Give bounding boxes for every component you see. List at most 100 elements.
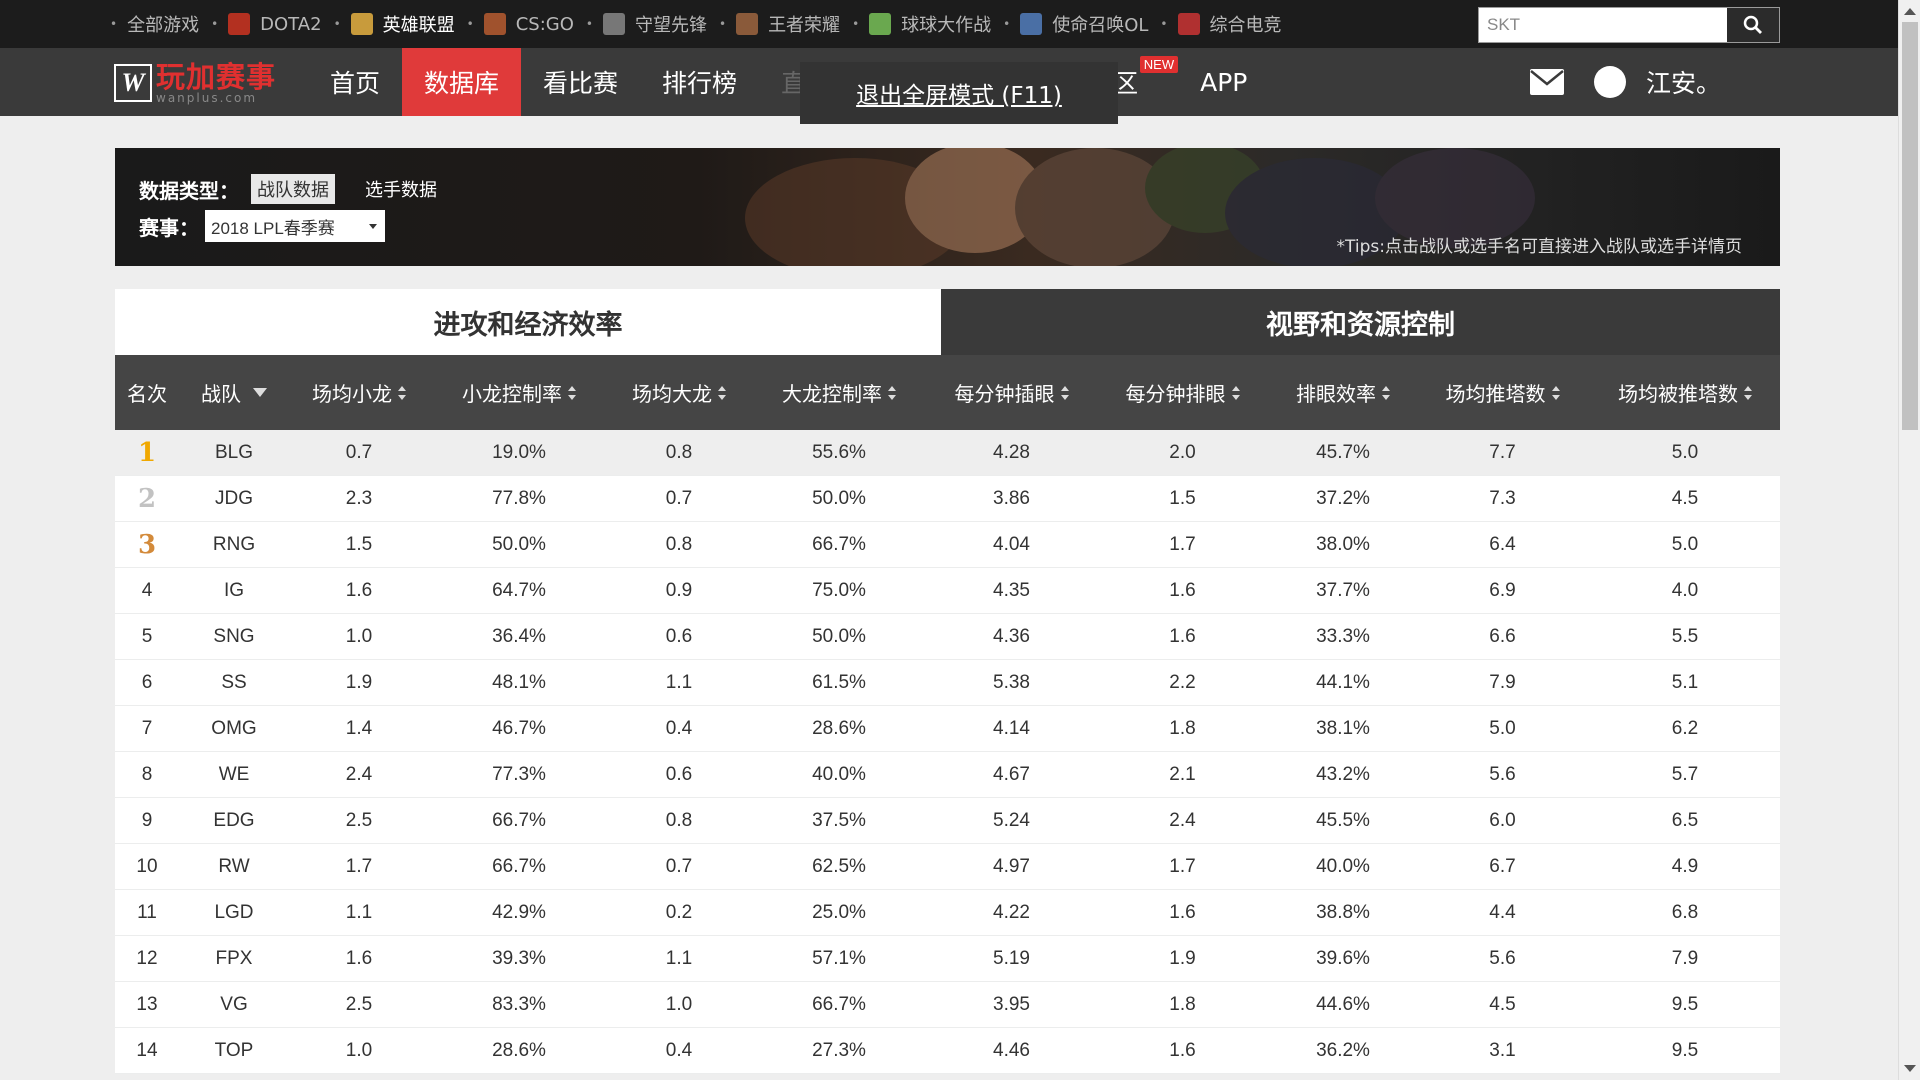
stat-cell: 83.3% xyxy=(492,993,546,1015)
stat-cell: 5.6 xyxy=(1489,947,1516,969)
nav-item-0[interactable]: 首页 xyxy=(308,48,402,116)
stat-cell: 5.19 xyxy=(993,947,1030,969)
stat-cell: 75.0% xyxy=(812,579,866,601)
column-header-8[interactable]: 排眼效率 xyxy=(1271,355,1415,430)
stat-cell: 0.2 xyxy=(665,901,693,923)
stat-cell: 0.9 xyxy=(665,579,693,601)
data-type-player[interactable]: 选手数据 xyxy=(359,174,443,204)
team-name-link[interactable]: IG xyxy=(179,580,289,602)
game-link-7[interactable]: • 使命召唤OL xyxy=(1003,11,1148,37)
team-name-link[interactable]: BLG xyxy=(179,442,289,464)
team-name-link[interactable]: RNG xyxy=(179,534,289,556)
nav-item-8[interactable]: APP xyxy=(1178,48,1269,116)
column-header-7[interactable]: 每分钟排眼 xyxy=(1094,355,1271,430)
sort-icon[interactable] xyxy=(568,385,576,400)
site-logo[interactable]: W 玩加赛事 wanplus.com xyxy=(114,62,276,104)
scroll-down-icon[interactable] xyxy=(1904,1065,1916,1072)
table-header: 名次 战队 场均小龙 小龙控制率 场均大龙 大龙控制率 每分钟插眼 每分钟排眼 排眼效率 场均推塔… xyxy=(115,355,1780,430)
stat-cell: 1.0 xyxy=(665,993,693,1015)
sort-icon[interactable] xyxy=(1744,385,1752,400)
nav-item-2[interactable]: 看比赛 xyxy=(521,48,640,116)
stat-cell: 2.4 xyxy=(345,763,373,785)
stat-cell: 3.1 xyxy=(1489,1039,1516,1061)
team-name-link[interactable]: TOP xyxy=(179,1040,289,1062)
username[interactable]: 江安。 xyxy=(1646,64,1721,100)
game-link-5[interactable]: • 王者荣耀 xyxy=(719,11,840,37)
team-name-link[interactable]: EDG xyxy=(179,810,289,832)
stat-cell: 5.7 xyxy=(1671,763,1699,785)
game-link-1[interactable]: • DOTA2 xyxy=(211,13,322,35)
search-input[interactable] xyxy=(1479,8,1727,42)
mail-icon[interactable] xyxy=(1530,69,1564,95)
table-row: 10 RW 1.7 66.7% 0.7 62.5% 4.97 1.7 40.0% 6.7 4.9 xyxy=(115,844,1780,890)
stat-cell: 0.8 xyxy=(665,441,693,463)
search-button[interactable] xyxy=(1727,8,1779,42)
column-header-10[interactable]: 场均被推塔数 xyxy=(1590,355,1780,430)
page-scrollbar[interactable] xyxy=(1898,0,1920,1080)
sort-icon[interactable] xyxy=(398,385,406,400)
game-link-2[interactable]: • 英雄联盟 xyxy=(334,11,455,37)
sort-icon[interactable] xyxy=(1060,385,1069,400)
rank-cell: 1 xyxy=(137,437,157,468)
stat-cell: 48.1% xyxy=(492,671,546,693)
column-header-2[interactable]: 场均小龙 xyxy=(289,355,429,430)
team-name-link[interactable]: FPX xyxy=(179,948,289,970)
column-header-4[interactable]: 场均大龙 xyxy=(609,355,749,430)
column-header-6[interactable]: 每分钟插眼 xyxy=(929,355,1094,430)
column-header-5[interactable]: 大龙控制率 xyxy=(749,355,929,430)
scroll-up-icon[interactable] xyxy=(1904,8,1916,15)
nav-item-3[interactable]: 排行榜 xyxy=(640,48,759,116)
sort-icon[interactable] xyxy=(1551,385,1560,400)
stat-cell: 45.5% xyxy=(1316,809,1370,831)
sort-icon[interactable] xyxy=(1382,385,1390,400)
nav-links: 首页数据库看比赛排行榜直播视频英雄榜社区NEWAPP xyxy=(308,48,1269,116)
stat-cell: 66.7% xyxy=(812,993,866,1015)
rank-cell: 7 xyxy=(141,717,153,739)
avatar[interactable] xyxy=(1594,66,1626,98)
scroll-thumb[interactable] xyxy=(1902,22,1918,430)
filter-icon[interactable] xyxy=(253,388,267,397)
stat-cell: 44.1% xyxy=(1316,671,1370,693)
team-name-link[interactable]: OMG xyxy=(179,718,289,740)
stat-cell: 2.5 xyxy=(345,993,373,1015)
game-link-3[interactable]: • CS:GO xyxy=(467,13,574,35)
team-name-link[interactable]: LGD xyxy=(179,902,289,924)
column-header-9[interactable]: 场均推塔数 xyxy=(1415,355,1590,430)
column-header-1[interactable]: 战队 xyxy=(179,355,289,430)
event-select[interactable]: 2018 LPL春季赛 xyxy=(205,210,385,242)
stat-cell: 36.4% xyxy=(492,625,546,647)
sort-icon[interactable] xyxy=(1231,385,1240,400)
data-type-team[interactable]: 战队数据 xyxy=(251,174,335,204)
team-name-link[interactable]: WE xyxy=(179,764,289,786)
nav-item-1[interactable]: 数据库 xyxy=(402,48,522,116)
search-box xyxy=(1478,7,1780,43)
stat-cell: 7.9 xyxy=(1671,947,1699,969)
team-name-link[interactable]: SNG xyxy=(179,626,289,648)
stat-cell: 3.95 xyxy=(993,993,1030,1015)
team-name-link[interactable]: VG xyxy=(179,994,289,1016)
stat-cell: 4.22 xyxy=(993,901,1030,923)
separator-dot: • xyxy=(585,17,593,31)
team-name-link[interactable]: SS xyxy=(179,672,289,694)
stat-cell: 66.7% xyxy=(492,855,546,877)
tab-vision-resources[interactable]: 视野和资源控制 xyxy=(941,289,1780,355)
game-link-4[interactable]: • 守望先锋 xyxy=(586,11,707,37)
game-link-label: 全部游戏 xyxy=(127,15,200,36)
sort-icon[interactable] xyxy=(888,385,896,400)
tab-offense-economy[interactable]: 进攻和经济效率 xyxy=(115,289,941,355)
game-link-0[interactable]: • 全部游戏 xyxy=(110,11,199,37)
column-header-label: 排眼效率 xyxy=(1296,382,1376,406)
game-link-8[interactable]: • 综合电竞 xyxy=(1160,11,1282,37)
sort-icon[interactable] xyxy=(718,385,726,400)
stat-cell: 55.6% xyxy=(812,441,866,463)
stat-cell: 50.0% xyxy=(812,625,866,647)
game-link-label: 守望先锋 xyxy=(634,15,707,36)
game-link-6[interactable]: • 球球大作战 xyxy=(852,11,991,37)
stat-cell: 39.3% xyxy=(492,947,546,969)
stat-cell: 1.1 xyxy=(665,947,693,969)
fullscreen-hint[interactable]: 退出全屏模式 (F11) xyxy=(800,62,1118,124)
stat-cell: 7.3 xyxy=(1489,487,1516,509)
team-name-link[interactable]: JDG xyxy=(179,488,289,510)
column-header-3[interactable]: 小龙控制率 xyxy=(429,355,609,430)
team-name-link[interactable]: RW xyxy=(179,856,289,878)
